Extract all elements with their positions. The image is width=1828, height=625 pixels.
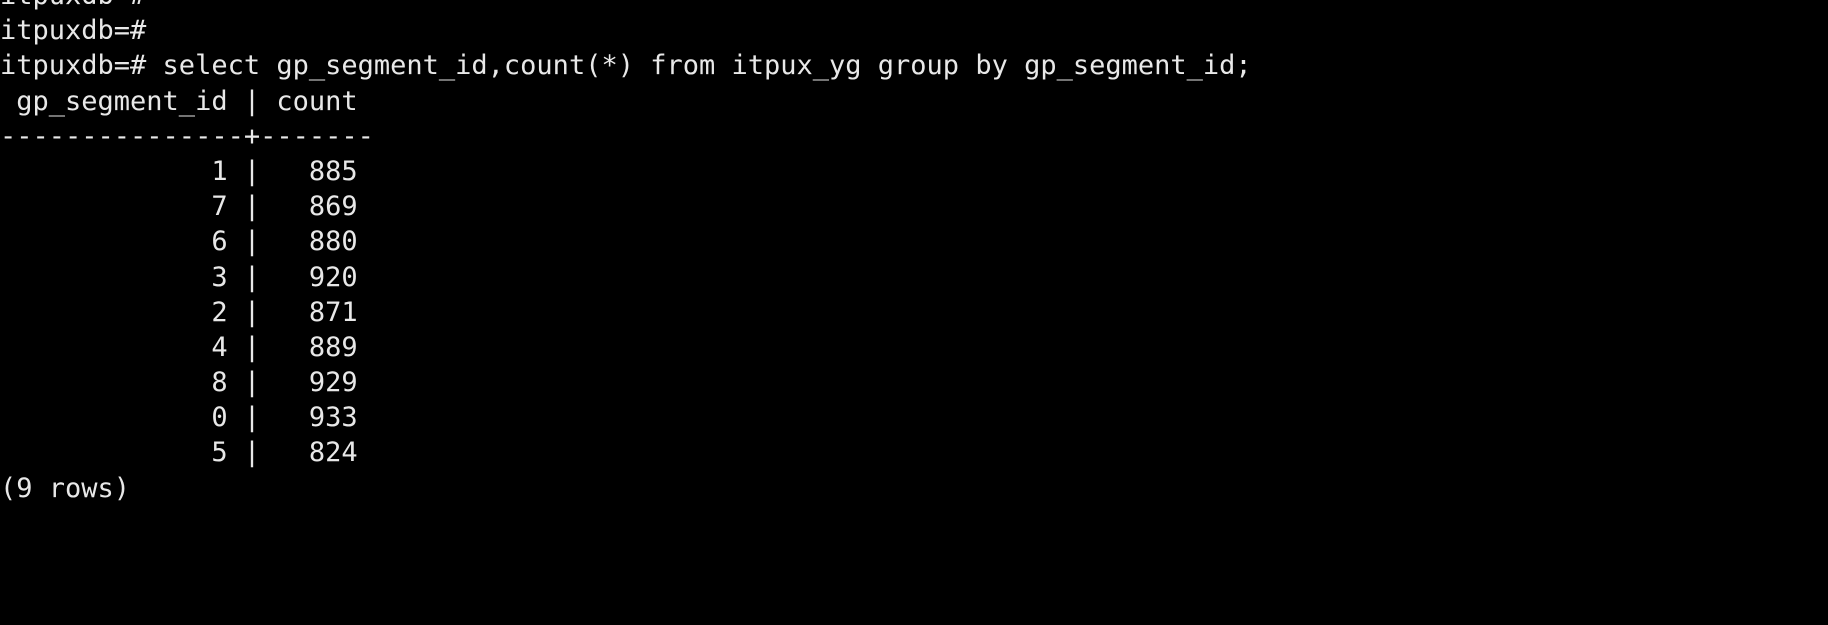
table-row: 5 | 824 [0, 437, 358, 469]
table-row: 1 | 885 [0, 155, 358, 187]
result-row-count: (9 rows) [0, 472, 131, 504]
terminal-line-clipped-prompt: itpuxdb=# [0, 0, 1828, 13]
result-table-header: gp_segment_id | count [0, 85, 358, 117]
table-row: 4 | 889 [0, 331, 358, 363]
table-row: 2 | 871 [0, 296, 358, 328]
table-row: 8 | 929 [0, 367, 358, 399]
table-row: 6 | 880 [0, 226, 358, 258]
table-row: 3 | 920 [0, 261, 358, 293]
terminal-line-command: itpuxdb=# select gp_segment_id,count(*) … [0, 50, 1252, 82]
terminal-screen: itpuxdb=# itpuxdb=# itpuxdb=# select gp_… [0, 0, 1828, 506]
table-row: 7 | 869 [0, 191, 358, 223]
terminal-window[interactable]: itpuxdb=# itpuxdb=# itpuxdb=# select gp_… [0, 0, 1828, 625]
terminal-line-empty-prompt: itpuxdb=# [0, 15, 147, 47]
table-row: 0 | 933 [0, 402, 358, 434]
result-table-separator: ---------------+------- [0, 120, 374, 152]
